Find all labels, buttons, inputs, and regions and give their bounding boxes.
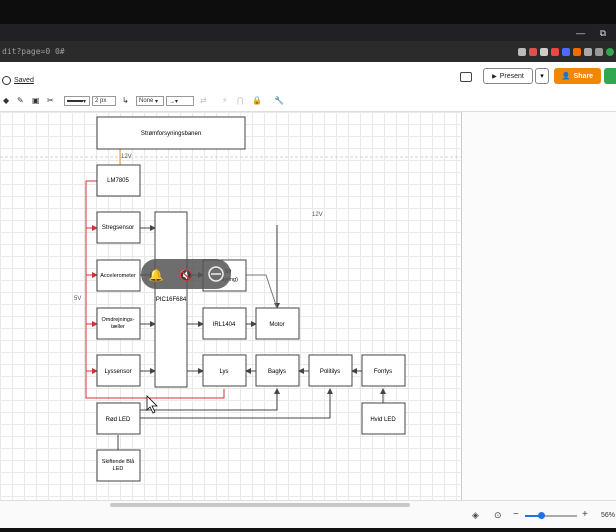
chevron-down-icon: ▾ xyxy=(540,73,544,80)
puzzle-icon[interactable] xyxy=(584,48,592,56)
block-accelerometer[interactable]: Accelerometer xyxy=(96,259,141,292)
title-bar xyxy=(0,0,616,24)
block-label: Forrlys xyxy=(374,369,392,375)
diagram-canvas[interactable]: Strømforsyningsbanen 12V LM7805 Stregsen… xyxy=(0,112,461,500)
format-panel xyxy=(461,112,616,500)
zoom-level[interactable]: 56% xyxy=(601,512,615,519)
wire-rod-baglys xyxy=(140,388,280,411)
start-arrow-value: None xyxy=(139,98,154,104)
block-label: Stregsensor xyxy=(102,225,134,231)
wire-servo-motor xyxy=(246,274,278,309)
swap-icon: ⇄ xyxy=(200,96,207,105)
star-icon[interactable] xyxy=(518,48,526,56)
end-arrow-icon: →▾ xyxy=(169,98,179,105)
mute-icon[interactable]: 🔇 xyxy=(179,269,193,282)
start-arrow-select[interactable]: None ▾ xyxy=(136,96,164,106)
zoom-slider-thumb[interactable] xyxy=(538,512,545,519)
present-dropdown[interactable]: ▾ xyxy=(535,68,549,84)
block-label: Baglys xyxy=(268,369,286,375)
present-button[interactable]: ▶ Present xyxy=(483,68,533,84)
lock-icon: 🔒 xyxy=(252,96,262,105)
zoom-slider[interactable] xyxy=(525,512,577,519)
comment-icon[interactable] xyxy=(460,72,472,82)
block-omdrejningstaller[interactable]: Omdrejnings-tæller xyxy=(96,307,141,340)
present-icon: ▶ xyxy=(492,73,497,80)
wire-rod-politi xyxy=(140,388,333,419)
tab-strip xyxy=(0,24,616,41)
block-mcu[interactable]: PIC16F684 xyxy=(154,211,188,388)
block-label: IRL1404 xyxy=(213,322,236,328)
block-label: Lys xyxy=(219,369,228,375)
block-power-supply[interactable]: Strømforsyningsbanen xyxy=(96,116,246,150)
label-12v-motor: 12V xyxy=(312,212,323,218)
diagram-svg: Strømforsyningsbanen 12V LM7805 Stregsen… xyxy=(0,116,461,482)
block-roed-led[interactable]: Rød LED xyxy=(96,402,141,435)
end-arrow-select[interactable]: →▾ xyxy=(166,96,194,106)
label-12v: 12V xyxy=(121,154,132,160)
extension-icon[interactable] xyxy=(551,48,559,56)
block-motor[interactable]: Motor xyxy=(255,307,300,340)
playlist-icon[interactable] xyxy=(595,48,603,56)
block-hvid-led[interactable]: Hvid LED xyxy=(361,402,406,435)
window-controls[interactable]: — ⧉ xyxy=(576,28,612,39)
line-style-icon xyxy=(67,100,83,102)
taskbar xyxy=(0,528,616,532)
save-status[interactable]: Saved xyxy=(2,76,34,85)
block-lyssensor[interactable]: Lyssensor xyxy=(96,354,141,387)
block-blinkende-led[interactable]: Skiftende Blå LED xyxy=(96,449,141,482)
saved-label[interactable]: Saved xyxy=(14,77,34,84)
shadow-icon[interactable]: ▣ xyxy=(32,96,40,105)
line-color-icon[interactable]: ✎ xyxy=(17,96,24,105)
extension-icon[interactable] xyxy=(540,48,548,56)
block-label: Lyssensor xyxy=(104,369,131,375)
clock-icon xyxy=(2,76,11,85)
extra-button[interactable] xyxy=(604,68,616,84)
url-text[interactable]: dit?page=0 0# xyxy=(2,47,65,56)
horizontal-scrollbar[interactable] xyxy=(110,503,410,507)
extension-icons xyxy=(518,45,614,59)
line-style-select[interactable]: ▾ xyxy=(64,96,90,106)
block-label: Hvid LED xyxy=(370,417,396,423)
line-width-value: 2 px xyxy=(95,98,107,104)
present-label: Present xyxy=(499,72,524,80)
block-label: LM7805 xyxy=(107,178,129,184)
extension-icon[interactable] xyxy=(573,48,581,56)
block-politilys[interactable]: Politilys xyxy=(308,354,353,387)
extension-icon[interactable] xyxy=(562,48,570,56)
label-5v: 5V xyxy=(74,296,81,302)
block-irl1404[interactable]: IRL1404 xyxy=(202,307,247,340)
arch-icon: ⋂ xyxy=(237,96,244,105)
wrench-icon: 🔧 xyxy=(274,96,284,105)
block-label: Accelerometer xyxy=(100,273,136,279)
zoom-in-icon[interactable]: + xyxy=(582,509,588,520)
block-label: Rød LED xyxy=(106,417,131,423)
block-stregsensor[interactable]: Stregsensor xyxy=(96,211,141,244)
block-label: Strømforsyningsbanen xyxy=(141,131,201,137)
block-label: Politilys xyxy=(320,369,340,375)
share-icon: 👤 xyxy=(561,73,571,80)
share-label: Share xyxy=(573,72,594,80)
layers-icon[interactable]: ◈ xyxy=(472,510,479,521)
format-painter-icon[interactable]: ✂ xyxy=(47,96,54,105)
block-forlys[interactable]: Forrlys xyxy=(361,354,406,387)
avatar[interactable] xyxy=(606,48,614,56)
block-label: Motor xyxy=(269,322,284,328)
media-overlay[interactable]: 🔔 🔇 xyxy=(141,259,231,289)
block-label: PIC16F684 xyxy=(156,297,187,303)
lightning-icon: ⚡ xyxy=(222,96,228,105)
extension-icon[interactable] xyxy=(529,48,537,56)
bell-icon[interactable]: 🔔 xyxy=(149,268,164,282)
fill-color-icon[interactable]: ◆ xyxy=(3,96,9,105)
block-baglys[interactable]: Baglys xyxy=(255,354,300,387)
connector-icon[interactable]: ↳ xyxy=(122,96,129,105)
navigate-icon[interactable]: ⊙ xyxy=(494,510,502,521)
share-button[interactable]: 👤 Share xyxy=(554,68,601,84)
block-lys[interactable]: Lys xyxy=(202,354,247,387)
line-width-stepper[interactable]: 2 px xyxy=(92,96,116,106)
block-lm7805[interactable]: LM7805 xyxy=(96,164,141,197)
zoom-out-icon[interactable]: − xyxy=(513,509,519,520)
